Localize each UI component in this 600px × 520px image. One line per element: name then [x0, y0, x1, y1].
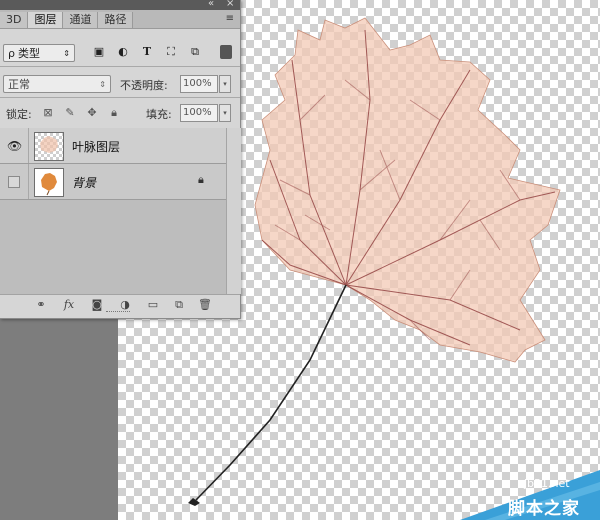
collapse-icon[interactable]: « — [208, 0, 214, 9]
smart-object-filter-icon[interactable]: ⧉ — [188, 45, 202, 59]
watermark-name: 脚本之家 — [508, 499, 580, 519]
panel-tabs: 3D 图层 通道 路径 ≡ — [0, 10, 240, 29]
lock-transparent-pixels-icon[interactable]: ⊠ — [42, 106, 54, 119]
lock-all-icon[interactable]: 🔒︎ — [108, 106, 120, 120]
layer-row-vein[interactable]: 👁︎ 叶脉图层 — [0, 128, 226, 164]
layer-thumbnail — [34, 132, 64, 161]
panel-bottom-toolbar: ⚭ fx ◙ ◑ ▭ ⧉ 🗑︎ — [0, 294, 240, 315]
chevron-updown-icon: ⇕ — [63, 48, 70, 58]
adjustment-layer-icon[interactable]: ◑ — [118, 298, 132, 311]
watermark-site: jb51.net — [524, 477, 570, 490]
tab-layers[interactable]: 图层 — [28, 12, 64, 28]
fx-icon[interactable]: fx — [62, 298, 76, 311]
image-filter-icon[interactable]: ▣ — [92, 45, 106, 59]
layer-name[interactable]: 背景 — [72, 174, 96, 191]
layers-list: 👁︎ 叶脉图层 背景 🔒︎ — [0, 128, 226, 294]
new-layer-icon[interactable]: ⧉ — [172, 298, 186, 312]
lock-image-pixels-icon[interactable]: ✎ — [64, 106, 76, 119]
fill-label: 填充: — [146, 108, 172, 121]
lock-position-icon[interactable]: ✥ — [86, 106, 98, 119]
tab-paths[interactable]: 路径 — [98, 12, 134, 28]
shape-filter-icon[interactable]: ⛶ — [164, 45, 178, 59]
filter-type-select[interactable]: ρ 类型 ⇕ — [3, 44, 75, 62]
orange-leaf-thumbnail-icon — [41, 173, 57, 196]
filter-type-label: 类型 — [17, 47, 40, 60]
adjustment-filter-icon[interactable]: ◐ — [116, 45, 130, 59]
opacity-field[interactable]: 100% — [180, 75, 218, 93]
divider — [0, 97, 240, 98]
visibility-toggle[interactable] — [8, 176, 20, 188]
resize-grip[interactable] — [106, 311, 130, 314]
opacity-label: 不透明度: — [120, 79, 168, 92]
layers-scrollbar[interactable] — [226, 128, 241, 294]
search-icon: ρ — [8, 46, 15, 60]
visibility-column — [0, 164, 29, 199]
link-layers-icon[interactable]: ⚭ — [34, 298, 48, 311]
opacity-dropdown-icon[interactable]: ▾ — [219, 75, 231, 93]
panel-title-bar[interactable]: « × — [0, 0, 240, 10]
new-group-icon[interactable]: ▭ — [146, 298, 160, 311]
filter-toggle-switch[interactable] — [220, 45, 232, 59]
add-mask-icon[interactable]: ◙ — [90, 298, 104, 311]
delete-layer-icon[interactable]: 🗑︎ — [198, 298, 212, 311]
layer-row-background[interactable]: 背景 🔒︎ — [0, 164, 226, 200]
fill-field[interactable]: 100% — [180, 104, 218, 122]
visibility-column: 👁︎ — [0, 128, 29, 163]
layer-thumbnail — [34, 168, 64, 197]
panel-menu-icon[interactable]: ≡ — [226, 13, 234, 24]
tab-channels[interactable]: 通道 — [63, 12, 99, 28]
blend-mode-value: 正常 — [8, 78, 30, 91]
divider — [0, 66, 240, 67]
chevron-updown-icon: ⇕ — [99, 79, 106, 89]
leaf-thumbnail-icon — [40, 136, 58, 153]
eye-icon[interactable]: 👁︎ — [7, 139, 22, 153]
fill-dropdown-icon[interactable]: ▾ — [219, 104, 231, 122]
lock-label: 锁定: — [6, 108, 32, 121]
blend-mode-select[interactable]: 正常 ⇕ — [3, 75, 111, 93]
close-icon[interactable]: × — [226, 0, 234, 9]
layer-name[interactable]: 叶脉图层 — [72, 138, 120, 155]
tab-3d[interactable]: 3D — [0, 12, 29, 28]
lock-icon: 🔒︎ — [198, 173, 204, 186]
type-filter-icon[interactable]: T — [140, 45, 154, 59]
layers-panel: « × 3D 图层 通道 路径 ≡ ρ 类型 ⇕ ▣ ◐ T ⛶ ⧉ 正常 ⇕ … — [0, 0, 241, 319]
